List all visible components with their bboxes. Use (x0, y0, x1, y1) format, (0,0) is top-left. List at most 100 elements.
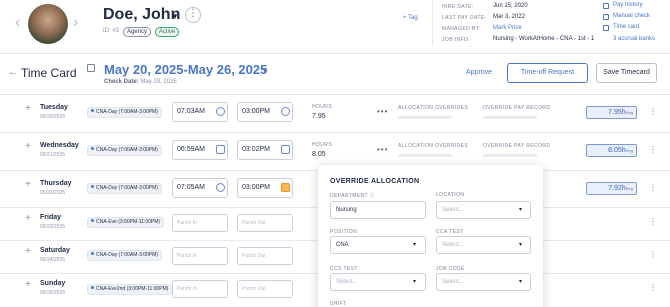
chevron-down-icon[interactable]: ▾ (413, 241, 416, 248)
override-pay-record-label: OVERRIDE PAY RECORD (483, 105, 551, 111)
time-card-link[interactable]: Time card (613, 24, 639, 30)
shift-badge[interactable]: CNA-Day (7:00AM-3:00PM) (87, 107, 162, 118)
date-range-selector[interactable]: May 20, 2025-May 26, 2025 (104, 62, 267, 77)
employee-id: ID: #3 (103, 28, 120, 34)
position-select[interactable]: CNA (330, 236, 426, 254)
back-arrow-icon[interactable]: ← (8, 67, 18, 78)
punch-in-value: 07:03AM (177, 108, 206, 115)
shift-badge[interactable]: CNA-Day (7:00AM-3:00PM) (87, 250, 162, 261)
avatar (28, 4, 68, 44)
page-title: Time Card (21, 66, 77, 80)
previous-employee-icon[interactable]: ‹ (15, 15, 20, 31)
row-menu-icon[interactable]: ⋮ (649, 283, 657, 292)
shift-badge[interactable]: CNA-Eve2nd (3:00PM-11:00PM) (87, 284, 173, 295)
expand-icon[interactable]: + (25, 179, 31, 190)
employee-name[interactable]: Doe, John (103, 6, 180, 24)
chevron-down-icon[interactable]: ▾ (413, 278, 416, 285)
pay-history-icon (603, 3, 609, 9)
hire-date-value: Jun 15, 2020 (493, 3, 528, 9)
punch-in-input[interactable]: Punch In (172, 280, 228, 298)
reg-label: Reg (625, 110, 633, 115)
department-field[interactable]: Nursing (330, 201, 426, 219)
calendar-icon[interactable] (87, 64, 95, 72)
punch-out-input[interactable]: Punch Out (237, 247, 293, 265)
chevron-down-icon[interactable]: ▾ (519, 206, 522, 213)
hours-value: 8.05 (312, 151, 326, 158)
expand-icon[interactable]: + (25, 103, 31, 114)
last-pay-date-value: Mar 3, 2022 (493, 14, 526, 20)
day-date: 05/20/2025 (40, 114, 66, 120)
chevron-down-icon[interactable]: ▼ (261, 66, 269, 75)
shift-badge[interactable]: CNA-Eve (3:00PM-11:00PM) (87, 217, 165, 228)
regular-hours-value: 7.92h (608, 185, 626, 192)
position-value: CNA (336, 242, 349, 248)
override-pay-record-label: OVERRIDE PAY RECORD (483, 143, 551, 149)
expand-icon[interactable]: + (25, 279, 31, 290)
expand-icon[interactable]: + (25, 246, 31, 257)
pay-history-link[interactable]: Pay history (613, 2, 643, 8)
row-menu-icon[interactable]: ⋮ (649, 183, 657, 192)
manual-check-link[interactable]: Manual check (613, 13, 650, 19)
accrual-banks-link[interactable]: 3 accrual banks (613, 36, 655, 42)
row-menu-icon[interactable]: ⋮ (649, 107, 657, 116)
more-options-icon[interactable]: ⋮ (185, 7, 201, 23)
warning-icon (281, 183, 290, 192)
more-icon[interactable]: ••• (377, 107, 388, 116)
time-off-label: Time-off Request (520, 69, 575, 76)
location-label: LOCATION (436, 192, 465, 198)
manager-link[interactable]: Mark Price (493, 25, 522, 31)
row-menu-icon[interactable]: ⋮ (649, 145, 657, 154)
check-date-label: Check Date: (104, 79, 139, 85)
reg-label: Reg (625, 186, 633, 191)
face-scan-icon (281, 145, 290, 154)
location-select[interactable]: Select... (436, 201, 531, 219)
regular-hours-badge[interactable]: 7.95hReg (586, 106, 637, 119)
day-name: Saturday (40, 247, 70, 254)
check-date-value: May 29, 2025 (140, 79, 177, 85)
shift-badge[interactable]: CNA-Day (7:00AM-3:00PM) (87, 183, 162, 194)
punch-out-value: 03:00PM (242, 184, 271, 191)
next-employee-icon[interactable]: › (73, 15, 78, 31)
add-tag-link[interactable]: + Tag (403, 15, 418, 21)
more-icon[interactable]: ••• (377, 145, 388, 154)
manual-check-icon (603, 14, 609, 20)
chevron-down-icon[interactable]: ▼ (171, 12, 179, 21)
punch-in-value: 06:59AM (177, 146, 206, 153)
approve-button[interactable]: Approve (466, 69, 492, 76)
save-timecard-button[interactable]: Save Timecard (596, 63, 657, 83)
face-scan-icon (216, 145, 225, 154)
regular-hours-badge[interactable]: 7.92hReg (586, 182, 637, 195)
hours-value: 7.95 (312, 113, 326, 120)
job-code-select[interactable]: Select... (436, 273, 531, 291)
hours-label: HOURS (312, 104, 333, 110)
row-menu-icon[interactable]: ⋮ (649, 250, 657, 259)
punch-out-input[interactable]: Punch Out (237, 280, 293, 298)
ccs-test-select[interactable]: Select... (330, 273, 426, 291)
status-badge: Active (155, 27, 180, 37)
chevron-down-icon[interactable]: ▾ (519, 241, 522, 248)
cca-test-select[interactable]: Select... (436, 236, 531, 254)
managed-by-label: MANAGED BY: (442, 26, 481, 32)
punch-in-input[interactable]: Punch In (172, 214, 228, 232)
cca-test-value: Select... (442, 242, 464, 248)
time-off-request-button[interactable]: Time-off Request (507, 63, 588, 83)
chevron-down-icon[interactable]: ▾ (519, 278, 522, 285)
day-date: 05/24/2025 (40, 257, 66, 263)
time-card-icon (603, 25, 609, 31)
shift-label: SHIFT (330, 301, 347, 307)
day-name: Sunday (40, 280, 66, 287)
expand-icon[interactable]: + (25, 213, 31, 224)
expand-icon[interactable]: + (25, 141, 31, 152)
allocation-placeholder (398, 154, 452, 157)
punch-out-value: 03:02PM (242, 146, 271, 153)
punch-out-value: 03:00PM (242, 108, 271, 115)
regular-hours-badge[interactable]: 8.05hReg (586, 144, 637, 157)
department-label: DEPARTMENT ⓘ (330, 192, 375, 199)
punch-in-input[interactable]: Punch In (172, 247, 228, 265)
row-menu-icon[interactable]: ⋮ (649, 217, 657, 226)
job-info-value: Nursing - WorkAtHome - CNA - 1st - 1 (493, 36, 595, 42)
shift-badge[interactable]: CNA-Day (7:00AM-3:00PM) (87, 145, 162, 156)
fingerprint-icon (281, 107, 290, 116)
day-name: Thursday (40, 180, 72, 187)
punch-out-input[interactable]: Punch Out (237, 214, 293, 232)
